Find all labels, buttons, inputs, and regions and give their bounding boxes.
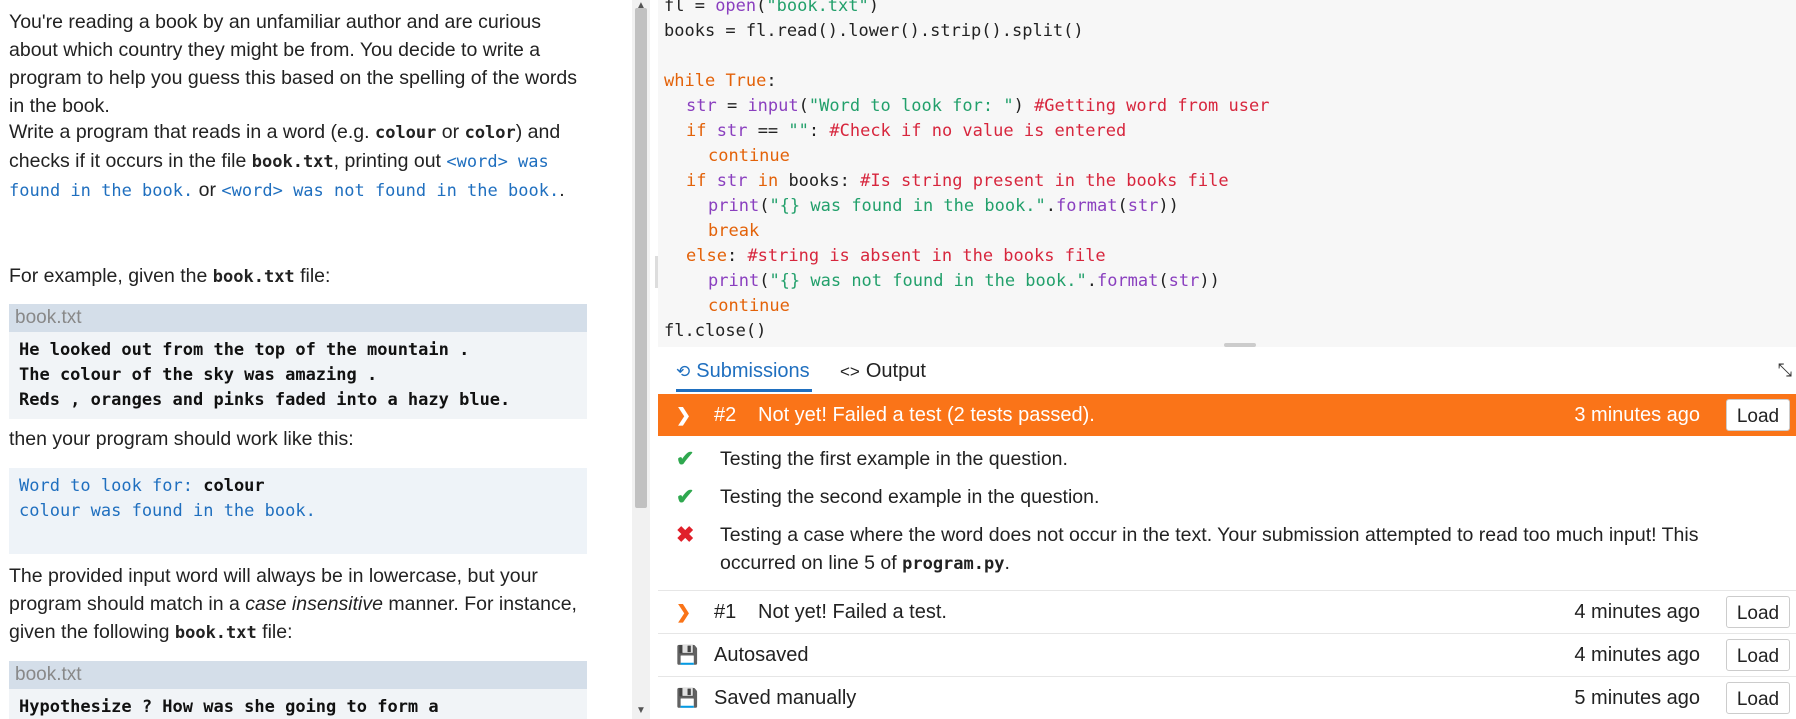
file-example-1: book.txt He looked out from the top of t… <box>9 304 587 419</box>
example-run-intro: then your program should work like this: <box>9 428 354 450</box>
test-text-part: Testing a case where the word does not o… <box>720 524 1699 574</box>
code-line: continue <box>708 146 790 166</box>
submission-status: Not yet! Failed a test. <box>758 601 947 623</box>
editor-resize-handle[interactable] <box>1224 343 1256 347</box>
submission-1[interactable]: ❯ #1 Not yet! Failed a test. 4 minutes a… <box>658 590 1796 633</box>
save-label: Autosaved <box>714 644 809 666</box>
code-color: color <box>464 123 516 143</box>
code-colour: colour <box>374 123 437 143</box>
code-line: break <box>708 221 760 241</box>
check-icon: ✔ <box>676 484 695 509</box>
task-text: . <box>559 179 565 201</box>
tab-submissions[interactable]: ⟲ Submissions <box>676 350 812 392</box>
submission-time: 3 minutes ago <box>1574 404 1700 426</box>
code-line: if str == "": #Check if no value is ente… <box>686 121 1127 141</box>
test-text: Testing a case where the word does not o… <box>720 521 1740 578</box>
code-filename: program.py <box>902 554 1005 574</box>
question-scrollbar[interactable]: ▲ ▼ <box>632 0 650 719</box>
history-icon: ⟲ <box>676 362 691 381</box>
tab-output[interactable]: <> Output <box>840 350 926 392</box>
submission-number: #1 <box>714 601 737 623</box>
load-button[interactable]: Load <box>1726 682 1790 714</box>
chevron-down-icon[interactable]: ❯ <box>676 394 691 436</box>
submission-header[interactable]: ❯ #2 Not yet! Failed a test (2 tests pas… <box>658 394 1796 436</box>
code-editor[interactable]: fl = open("book.txt") books = fl.read().… <box>658 0 1796 347</box>
code-filename: book.txt <box>212 267 295 287</box>
note-text: file: <box>256 621 293 643</box>
load-button[interactable]: Load <box>1726 399 1790 431</box>
tab-label: Submissions <box>696 360 810 382</box>
code-line: fl = open("book.txt") <box>664 0 879 16</box>
question-panel: You're reading a book by an unfamiliar a… <box>0 0 632 719</box>
chevron-right-icon[interactable]: ❯ <box>676 591 691 633</box>
code-icon: <> <box>840 362 860 381</box>
check-icon: ✔ <box>676 446 695 471</box>
submission-time: 4 minutes ago <box>1574 601 1700 623</box>
code-line: print("{} was found in the book.".format… <box>708 196 1179 216</box>
code-line: books = fl.read().lower().strip().split(… <box>664 21 1084 41</box>
question-task: Write a program that reads in a word (e.… <box>9 118 589 205</box>
load-button[interactable]: Load <box>1726 639 1790 671</box>
save-time: 5 minutes ago <box>1574 687 1700 709</box>
autosave-row[interactable]: 💾 Autosaved 4 minutes ago Load <box>658 633 1796 676</box>
file-contents: He looked out from the top of the mounta… <box>19 340 511 410</box>
question-intro: You're reading a book by an unfamiliar a… <box>9 11 578 117</box>
example-intro: For example, given the book.txt file: <box>9 262 589 291</box>
submission-status: Not yet! Failed a test (2 tests passed). <box>758 404 1095 426</box>
scroll-down-icon[interactable]: ▼ <box>636 705 646 716</box>
code-filename: book.txt <box>251 152 334 172</box>
scrollbar-thumb[interactable] <box>635 8 647 508</box>
task-text: or <box>436 121 465 143</box>
load-button[interactable]: Load <box>1726 596 1790 628</box>
file-name: book.txt <box>9 661 587 689</box>
manual-save-row[interactable]: 💾 Saved manually 5 minutes ago Load <box>658 676 1796 719</box>
floppy-disk-icon: 💾 <box>676 645 699 665</box>
code-line: continue <box>708 296 790 316</box>
case-note: The provided input word will always be i… <box>9 562 589 647</box>
file-example-2: book.txt Hypothesize ? How was she going… <box>9 661 587 719</box>
tab-label: Output <box>865 360 926 382</box>
example-prompt: Word to look for: <box>19 476 204 496</box>
save-time: 4 minutes ago <box>1574 644 1700 666</box>
code-line: fl.close() <box>664 321 767 341</box>
example-input: colour <box>203 476 265 496</box>
file-contents: Hypothesize ? How was she going to form … <box>19 697 439 717</box>
code-line: else: #string is absent in the books fil… <box>686 246 1106 266</box>
file-name: book.txt <box>9 304 587 332</box>
code-line: str = input("Word to look for: ") #Getti… <box>686 96 1270 116</box>
task-text: Write a program that reads in a word (e.… <box>9 121 375 143</box>
save-label: Saved manually <box>714 687 857 709</box>
code-line: print("{} was not found in the book.".fo… <box>708 271 1220 291</box>
example-text: file: <box>294 265 331 287</box>
floppy-disk-icon: 💾 <box>676 688 699 708</box>
code-line: while True: <box>664 71 777 91</box>
test-text: Testing the second example in the questi… <box>720 486 1100 508</box>
task-text: , printing out <box>333 150 447 172</box>
test-text-part: . <box>1004 552 1010 574</box>
code-filename: book.txt <box>174 623 257 643</box>
collapse-icon[interactable]: ⤡ <box>1778 360 1792 381</box>
code-notfound-message: <word> was not found in the book. <box>221 181 560 201</box>
example-text: For example, given the <box>9 265 213 287</box>
submission-2[interactable]: ❯ #2 Not yet! Failed a test (2 tests pas… <box>658 394 1796 436</box>
example-run: Word to look for: colour colour was foun… <box>9 468 587 554</box>
submission-number: #2 <box>714 404 737 426</box>
cross-icon: ✖ <box>676 522 695 547</box>
code-line: if str in books: #Is string present in t… <box>686 171 1229 191</box>
task-text: or <box>193 179 222 201</box>
test-text: Testing the first example in the questio… <box>720 448 1068 470</box>
emphasis-text: case insensitive <box>245 593 383 615</box>
example-output: colour was found in the book. <box>19 501 316 521</box>
result-tabs: ⟲ Submissions <> Output <box>658 350 1796 392</box>
